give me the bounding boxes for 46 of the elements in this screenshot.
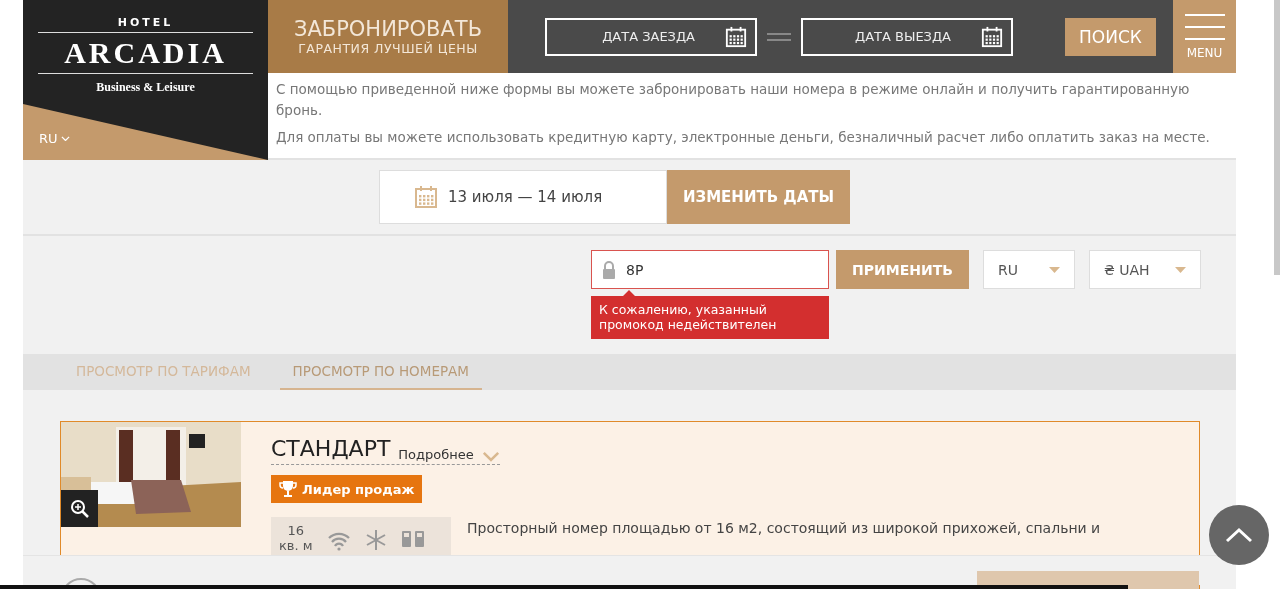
- chevron-up-icon: [1225, 527, 1253, 543]
- beds-icon: [400, 529, 425, 549]
- calendar-icon: [981, 25, 1003, 48]
- room-name: СТАНДАРТ: [271, 436, 391, 462]
- calendar-icon: [725, 25, 747, 48]
- more-link[interactable]: Подробнее: [398, 447, 474, 462]
- zoom-in-icon: [69, 498, 90, 519]
- lock-icon: [602, 260, 616, 279]
- equals-icon: [767, 32, 791, 41]
- logo-name: ARCADIA: [38, 32, 253, 74]
- zoom-button[interactable]: [61, 490, 98, 527]
- checkin-field[interactable]: ДАТА ЗАЕЗДА: [545, 17, 757, 56]
- logo-hotel: HOTEL: [117, 16, 174, 29]
- view-tab[interactable]: ПРОСМОТР ПО НОМЕРАМ: [279, 354, 482, 390]
- book-subtitle: ГАРАНТИЯ ЛУЧШЕЙ ЦЕНЫ: [298, 41, 478, 56]
- room-area: 16: [287, 523, 305, 538]
- caret-icon: [1175, 266, 1186, 273]
- logo-tagline: Business & Leisure: [96, 80, 195, 95]
- intro-text: С помощью приведенной ниже формы вы можете забронировать наши номера в режиме онлайн и получить гарантированную бронь.: [275, 80, 1191, 120]
- apply-button[interactable]: ПРИМЕНИТЬ: [836, 250, 969, 289]
- error-tooltip: К сожалению, указанный промокод недействителен: [591, 290, 829, 339]
- menu-button[interactable]: MENU: [1173, 0, 1236, 73]
- promo-code-field[interactable]: 8P: [591, 250, 829, 289]
- hotel-logo[interactable]: HOTEL ARCADIA Business & Leisure RU: [23, 0, 268, 160]
- area-unit: кв. м: [279, 538, 313, 553]
- currency-select[interactable]: ₴ UAH: [1089, 250, 1201, 289]
- book-banner[interactable]: ЗАБРОНИРОВАТЬ ГАРАНТИЯ ЛУЧШЕЙ ЦЕНЫ: [268, 0, 508, 73]
- chevron-down-icon: [60, 135, 70, 142]
- bestseller-badge: Лидер продаж: [271, 475, 423, 503]
- intro-text: Для оплаты вы можете использовать кредитную карту, электронные деньги, безналичный расчет либо оплатить заказ на месте.: [275, 128, 1211, 147]
- checkout-field[interactable]: ДАТА ВЫЕЗДА: [801, 17, 1013, 56]
- wifi-icon: [326, 531, 351, 551]
- room-description: Просторный номер площадью от 16 м2, состоящий из широкой прихожей, спальни и: [467, 519, 1102, 538]
- search-button[interactable]: ПОИСК: [1065, 17, 1156, 56]
- scroll-top-button[interactable]: [1209, 505, 1269, 565]
- language-switch[interactable]: RU: [39, 131, 70, 146]
- book-title: ЗАБРОНИРОВАТЬ: [293, 17, 483, 41]
- menu-icon: [1184, 13, 1225, 40]
- trophy-icon: [279, 480, 297, 498]
- language-select[interactable]: RU: [983, 250, 1075, 289]
- date-range: 13 июля — 14 июля: [378, 170, 667, 224]
- calendar-icon: [413, 185, 438, 209]
- snowflake-icon: [364, 529, 387, 551]
- change-dates-button[interactable]: ИЗМЕНИТЬ ДАТЫ: [666, 170, 851, 224]
- caret-icon: [1049, 266, 1060, 273]
- chevron-down-icon: [481, 451, 500, 462]
